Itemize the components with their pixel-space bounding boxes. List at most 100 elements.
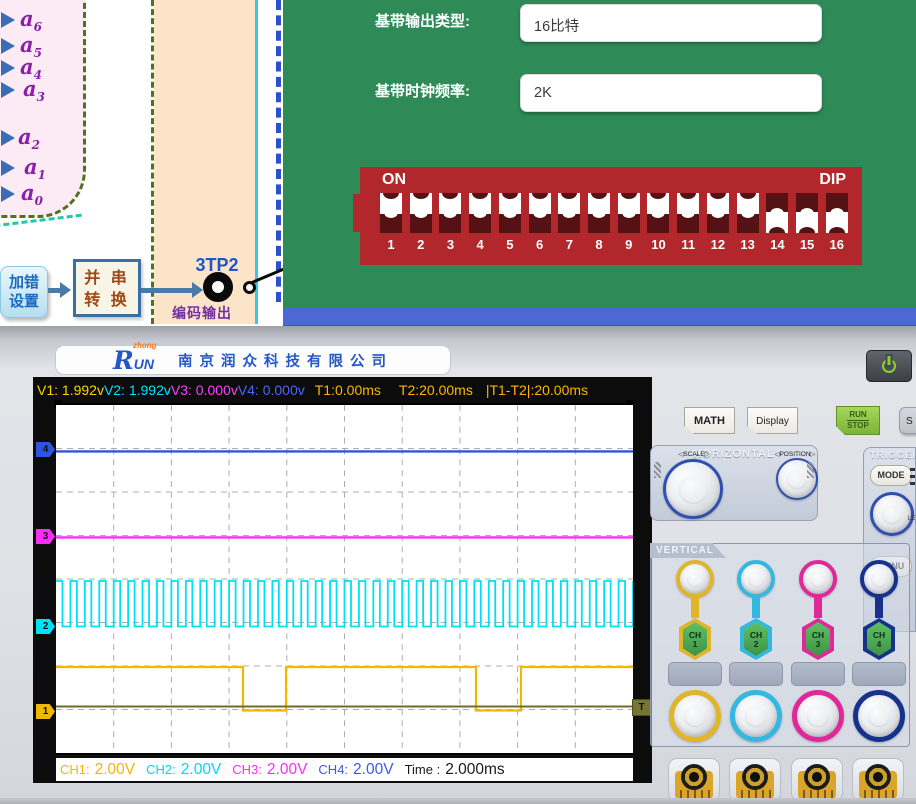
bnc-connector-ch2[interactable] (729, 758, 781, 802)
logo-r: R (113, 346, 134, 375)
dip-toggle-on[interactable] (588, 193, 610, 214)
position-label: ◁POSITION▷ (769, 450, 821, 458)
dip-toggle-on[interactable] (558, 193, 580, 214)
ch4-scale-knob[interactable] (853, 690, 905, 742)
dip-switch-slot[interactable] (499, 193, 521, 233)
bnc-ring-icon (742, 764, 768, 790)
bnc-ring-icon (865, 764, 891, 790)
dip-switch-15[interactable]: 15 (796, 193, 818, 257)
dip-toggle-on[interactable] (439, 193, 461, 214)
channel-3-marker[interactable]: 3 (36, 529, 55, 544)
dip-switch-12[interactable]: 12 (707, 193, 729, 257)
dip-switch-3[interactable]: 3 (439, 193, 461, 257)
dip-switch-slot[interactable] (737, 193, 759, 233)
ch2-position-knob[interactable] (737, 560, 775, 598)
dip-toggle-off[interactable] (796, 212, 818, 233)
ch1-scale-knob[interactable] (669, 690, 721, 742)
dip-switch-slot[interactable] (558, 193, 580, 233)
dip-toggle-on[interactable] (469, 193, 491, 214)
dip-switch-slot[interactable] (618, 193, 640, 233)
dip-switch-slot[interactable] (826, 193, 848, 233)
dip-toggle-off[interactable] (766, 212, 788, 233)
ch4-button-frame: CH4 (863, 618, 895, 660)
dip-toggle-on[interactable] (380, 193, 402, 214)
ch4-button[interactable]: CH4 (867, 622, 891, 656)
test-point-3tp2[interactable] (203, 272, 233, 302)
dip-switch-slot[interactable] (677, 193, 699, 233)
ch2-scale-knob[interactable] (730, 690, 782, 742)
dip-toggle-off[interactable] (826, 212, 848, 233)
bit-arrow-icon (1, 12, 15, 28)
dip-switch-slot[interactable] (766, 193, 788, 233)
baseband-clock-freq-input[interactable]: 2K (520, 74, 822, 112)
run-stop-button[interactable]: RUN STOP (836, 406, 880, 435)
baseband-output-type-input[interactable]: 16比特 (520, 4, 822, 42)
math-button[interactable]: MATH (684, 407, 735, 434)
channel-4-marker[interactable]: 4 (36, 442, 55, 457)
ch3-scale-knob[interactable] (792, 690, 844, 742)
power-icon (882, 359, 896, 373)
dip-switch-6[interactable]: 6 (529, 193, 551, 257)
dip-switch-11[interactable]: 11 (677, 193, 699, 257)
dip-switch-slot[interactable] (647, 193, 669, 233)
ch1-button[interactable]: CH1 (683, 622, 707, 656)
ch2-menu-pad[interactable] (729, 662, 783, 686)
ch1-position-knob[interactable] (676, 560, 714, 598)
dip-toggle-on[interactable] (529, 193, 551, 214)
dip-toggle-on[interactable] (677, 193, 699, 214)
dip-switch-4[interactable]: 4 (469, 193, 491, 257)
single-button-partial[interactable]: S (899, 407, 916, 434)
ch4-menu-pad[interactable] (852, 662, 906, 686)
dip-switch-slot[interactable] (707, 193, 729, 233)
trigger-mode-button[interactable]: MODE (870, 465, 912, 486)
dip-switch-slot[interactable] (380, 193, 402, 233)
display-button[interactable]: Display (747, 407, 798, 434)
channel-1-marker[interactable]: 1 (36, 704, 55, 719)
dip-switch-slot[interactable] (529, 193, 551, 233)
dip-switch-slot[interactable] (588, 193, 610, 233)
horizontal-scale-knob[interactable] (663, 459, 723, 519)
dip-toggle-on[interactable] (707, 193, 729, 214)
ch4-position-knob[interactable] (860, 560, 898, 598)
dip-switch-slot[interactable] (469, 193, 491, 233)
dip-switch-slot[interactable] (796, 193, 818, 233)
dip-switch-7[interactable]: 7 (558, 193, 580, 257)
dip-switch-9[interactable]: 9 (618, 193, 640, 257)
dip-toggle-on[interactable] (410, 193, 432, 214)
bit-label-a0: a0 (21, 182, 43, 207)
trigger-level-knob[interactable] (870, 492, 914, 536)
bit-arrow-icon (1, 38, 15, 54)
ch3-position-knob[interactable] (799, 560, 837, 598)
dip-switch-slot[interactable] (410, 193, 432, 233)
dip-toggle-on[interactable] (737, 193, 759, 214)
dip-switch-number: 8 (588, 237, 610, 252)
ch2-button[interactable]: CH2 (744, 622, 768, 656)
dip-switch-10[interactable]: 10 (647, 193, 669, 257)
bnc-connector-ch4[interactable] (852, 758, 904, 802)
ch3-menu-pad[interactable] (791, 662, 845, 686)
dip-toggle-on[interactable] (618, 193, 640, 214)
bnc-ring-icon (681, 764, 707, 790)
dip-toggle-on[interactable] (499, 193, 521, 214)
dip-switch-1[interactable]: 1 (380, 193, 402, 257)
dip-switch-14[interactable]: 14 (766, 193, 788, 257)
dip-switch-slot[interactable] (439, 193, 461, 233)
channel-2-marker[interactable]: 2 (36, 619, 55, 634)
trigger-level-marker[interactable]: T (632, 699, 651, 716)
ch1-menu-pad[interactable] (668, 662, 722, 686)
dip-switch-5[interactable]: 5 (499, 193, 521, 257)
dip-toggle-on[interactable] (647, 193, 669, 214)
dip-switch-16[interactable]: 16 (826, 193, 848, 257)
dip-switch-8[interactable]: 8 (588, 193, 610, 257)
power-button[interactable] (866, 350, 912, 382)
dip-switch-2[interactable]: 2 (410, 193, 432, 257)
ch3-button[interactable]: CH3 (806, 622, 830, 656)
ch1-button-frame: CH1 (679, 618, 711, 660)
blue-divider-band (283, 308, 916, 327)
bnc-connector-ch1[interactable] (668, 758, 720, 802)
dip-switch-13[interactable]: 13 (737, 193, 759, 257)
error-setting-box[interactable]: 加错 设置 (0, 266, 48, 318)
parallel-serial-converter-box: 并 串 转 换 (73, 259, 141, 317)
trigger-indicator-mark (910, 475, 916, 478)
bnc-connector-ch3[interactable] (791, 758, 843, 802)
